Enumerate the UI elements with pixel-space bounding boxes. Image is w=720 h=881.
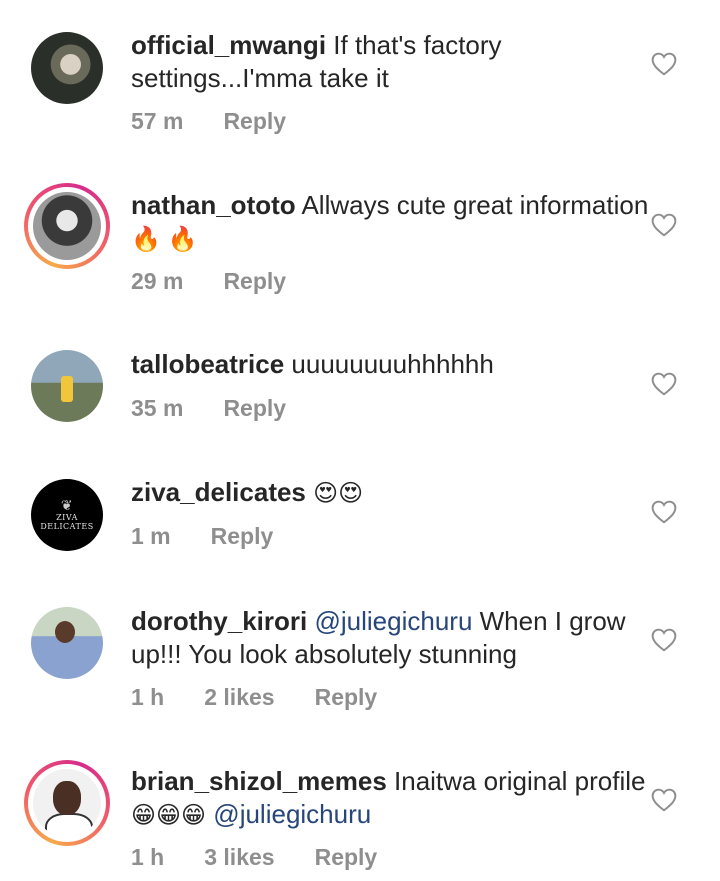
comment-meta: 29 m Reply — [131, 268, 326, 295]
likes-count[interactable]: 3 likes — [204, 844, 274, 871]
mention-link[interactable]: @juliegichuru — [213, 799, 371, 829]
reply-button[interactable]: Reply — [211, 523, 274, 550]
username[interactable]: official_mwangi — [131, 30, 326, 60]
comment-text: tallobeatrice uuuuuuuuhhhhhh — [131, 348, 651, 381]
likes-count[interactable]: 2 likes — [204, 684, 274, 711]
avatar-image — [31, 607, 103, 679]
comment-meta: 1 h 3 likes Reply — [131, 844, 417, 871]
avatar-image: ❦ ZIVA DELICATES — [31, 479, 103, 551]
reply-button[interactable]: Reply — [315, 684, 378, 711]
username[interactable]: brian_shizol_memes — [131, 766, 387, 796]
username[interactable]: nathan_ototo — [131, 190, 296, 220]
story-ring — [28, 187, 106, 265]
reply-button[interactable]: Reply — [223, 268, 286, 295]
comment-meta: 1 h 2 likes Reply — [131, 684, 417, 711]
comment-text: nathan_ototo Allways cute great informat… — [131, 189, 651, 256]
avatar[interactable] — [24, 760, 110, 846]
heart-outline-icon[interactable] — [651, 213, 677, 237]
ziva-delicates-logo: ❦ ZIVA DELICATES — [31, 497, 103, 532]
reply-button[interactable]: Reply — [223, 395, 286, 422]
heart-outline-icon[interactable] — [651, 372, 677, 396]
heart-outline-icon[interactable] — [651, 500, 677, 524]
timestamp: 1 m — [131, 523, 171, 549]
heart-outline-icon[interactable] — [651, 628, 677, 652]
comment-body: Inaitwa original profile — [394, 766, 646, 796]
mention-link[interactable]: @juliegichuru — [314, 606, 472, 636]
timestamp: 1 h — [131, 684, 165, 710]
fire-emoji: 🔥 🔥 — [131, 226, 198, 253]
reply-button[interactable]: Reply — [223, 108, 286, 135]
avatar-image — [33, 192, 101, 260]
comment-text: dorothy_kirori @juliegichuru When I grow… — [131, 605, 651, 671]
timestamp: 35 m — [131, 395, 184, 421]
grinning-emoji: 😁😁😁 — [131, 802, 207, 829]
avatar[interactable] — [24, 25, 110, 111]
timestamp: 57 m — [131, 108, 184, 134]
comment-list: official_mwangi If that's factory settin… — [0, 0, 720, 881]
comment-text: brian_shizol_memes Inaitwa original prof… — [131, 765, 651, 832]
avatar-image — [31, 350, 103, 422]
feather-icon: ❦ — [60, 497, 74, 514]
avatar[interactable] — [24, 343, 110, 429]
comment-meta: 1 m Reply — [131, 523, 313, 550]
avatar[interactable] — [24, 600, 110, 686]
username[interactable]: tallobeatrice — [131, 349, 284, 379]
heart-outline-icon[interactable] — [651, 52, 677, 76]
username[interactable]: ziva_delicates — [131, 477, 306, 507]
comment-body: uuuuuuuuhhhhhh — [291, 349, 494, 379]
comment-text: official_mwangi If that's factory settin… — [131, 29, 651, 95]
heart-eyes-emoji: 😍😍 — [313, 480, 364, 507]
story-ring — [28, 764, 106, 842]
comment-meta: 57 m Reply — [131, 108, 326, 135]
avatar-image — [31, 32, 103, 104]
timestamp: 29 m — [131, 268, 184, 294]
heart-outline-icon[interactable] — [651, 788, 677, 812]
comment-meta: 35 m Reply — [131, 395, 326, 422]
username[interactable]: dorothy_kirori — [131, 606, 307, 636]
reply-button[interactable]: Reply — [315, 844, 378, 871]
timestamp: 1 h — [131, 844, 165, 870]
comment-text: ziva_delicates 😍😍 — [131, 476, 651, 510]
comment-body: Allways cute great information — [301, 190, 649, 220]
avatar[interactable]: ❦ ZIVA DELICATES — [24, 472, 110, 558]
avatar-image — [33, 769, 101, 837]
avatar[interactable] — [24, 183, 110, 269]
